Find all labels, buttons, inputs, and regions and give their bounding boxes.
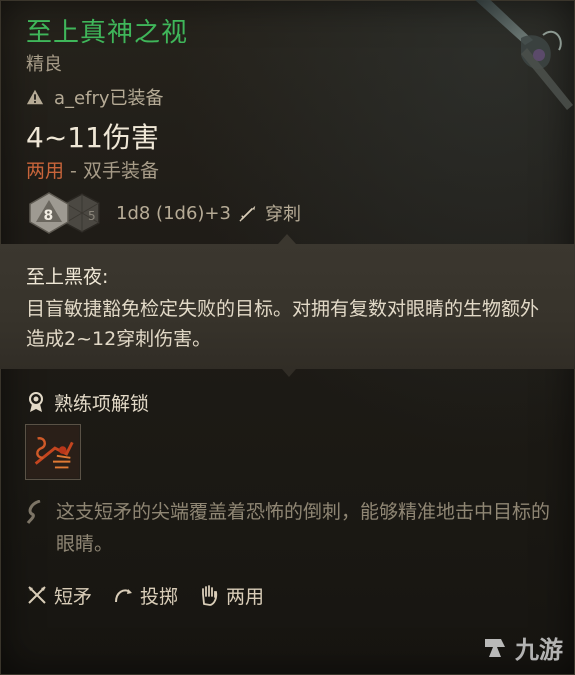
weapon-art-image xyxy=(475,0,573,110)
damage-type: 穿刺 xyxy=(264,204,301,225)
handedness-main: 两用 xyxy=(26,160,65,182)
hand-icon xyxy=(202,585,218,606)
action-ability-icon[interactable] xyxy=(25,424,81,480)
quill-icon xyxy=(26,500,41,524)
equipped-by-text: a_efry已装备 xyxy=(54,88,164,109)
property-thrown: 投掷 xyxy=(112,582,178,609)
throw-arc-icon xyxy=(115,589,133,603)
property-label: 两用 xyxy=(226,585,265,608)
svg-text:5: 5 xyxy=(88,209,96,223)
flavor-text: 这支短矛的尖端覆盖着恐怖的倒刺，能够精准地击中目标的眼睛。 xyxy=(56,501,551,555)
jiuyou-logo-icon xyxy=(485,638,505,657)
warning-icon xyxy=(26,89,44,105)
item-name: 至上真神之视 xyxy=(26,18,189,48)
d8-value: 8 xyxy=(44,208,54,224)
damage-dice-row: 5 8 1d8 (1d6)+3 穿刺 xyxy=(28,192,301,234)
watermark-logo: 九游 xyxy=(479,630,563,665)
divider-notch-bottom xyxy=(282,369,296,377)
proficiency-label: 熟练项解锁 xyxy=(54,392,150,415)
piercing-icon xyxy=(239,205,256,222)
d8-icon: 8 xyxy=(29,192,69,234)
handedness: 两用 - 双手装备 xyxy=(26,156,159,183)
property-label: 短矛 xyxy=(54,585,93,608)
weapon-properties: 短矛 投掷 两用 xyxy=(26,580,284,610)
crossed-spears-icon xyxy=(28,586,46,604)
watermark-text: 九游 xyxy=(515,636,563,664)
property-short-spear: 短矛 xyxy=(26,582,92,609)
handedness-separator: - xyxy=(64,160,83,182)
item-rarity: 精良 xyxy=(26,54,62,75)
medal-icon xyxy=(29,392,43,412)
damage-range: 4~11伤害 xyxy=(26,121,159,154)
property-label: 投掷 xyxy=(140,585,179,608)
equipped-status: a_efry已装备 xyxy=(26,84,164,110)
dice-icons: 5 8 xyxy=(28,192,104,234)
proficiency-unlock: 熟练项解锁 xyxy=(26,388,149,416)
divider-notch-top xyxy=(278,234,296,244)
special-ability-title: 至上黑夜: xyxy=(26,266,109,288)
handedness-sub: 双手装备 xyxy=(82,160,159,182)
property-versatile: 两用 xyxy=(198,582,264,609)
special-ability-description: 目盲敏捷豁免检定失败的目标。对拥有复数对眼睛的生物额外造成2~12穿刺伤害。 xyxy=(26,298,540,350)
dice-formula: 1d8 (1d6)+3 xyxy=(116,202,231,224)
